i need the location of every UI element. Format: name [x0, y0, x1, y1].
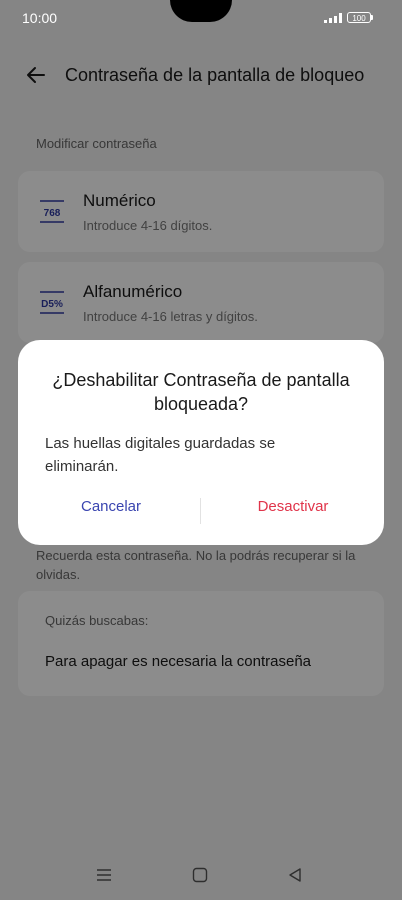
- button-divider: [200, 498, 201, 524]
- cancel-button[interactable]: Cancelar: [36, 498, 186, 515]
- deactivate-button[interactable]: Desactivar: [218, 498, 368, 515]
- status-time: 10:00: [22, 10, 58, 26]
- battery-tip: [371, 15, 373, 20]
- camera-notch: [170, 0, 232, 22]
- signal-icon: [324, 13, 342, 23]
- status-bar: 10:00 100: [0, 0, 402, 36]
- dialog-message: Las huellas digitales guardadas se elimi…: [45, 435, 276, 475]
- confirm-dialog: ¿Deshabilitar Contraseña de pantalla blo…: [18, 340, 384, 545]
- dialog-title: ¿Deshabilitar Contraseña de pantalla blo…: [52, 370, 350, 414]
- battery-icon: 100: [347, 12, 371, 23]
